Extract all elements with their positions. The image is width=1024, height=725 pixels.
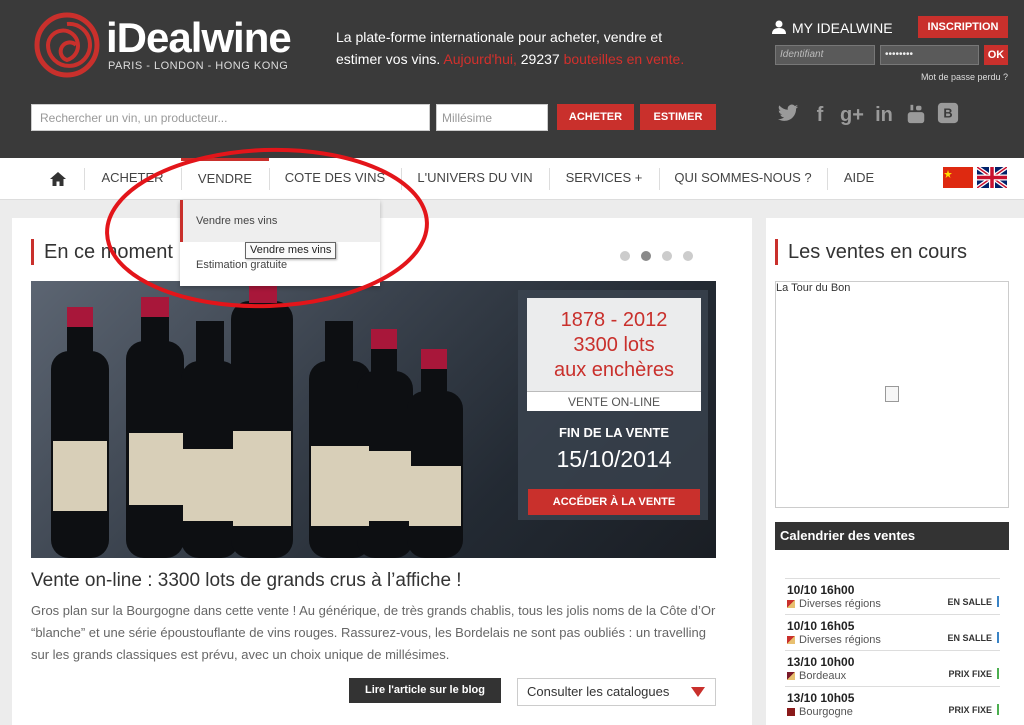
calendar-row[interactable]: 13/10 10h05 Bourgogne PRIX FIXE [785, 686, 1000, 722]
nav-item-services[interactable]: SERVICES + [549, 158, 659, 200]
sale-region-label: Diverses régions [799, 634, 881, 646]
sale-region: Diverses régions [787, 634, 881, 646]
menu-item-vendre-mes-vins[interactable]: Vendre mes vins [180, 200, 380, 242]
hero-headline: 1878 - 2012 3300 lots aux enchères [527, 298, 701, 391]
slider-dot[interactable] [620, 251, 630, 261]
tagline-end: bouteilles en vente. [563, 51, 685, 67]
hero-online-label: VENTE ON-LINE [527, 391, 701, 411]
logo-name: iDealwine [106, 14, 292, 61]
calendar-list: 10/10 16h00 Diverses régions EN SALLE 10… [775, 550, 1009, 725]
bottle-count: 29237 [520, 51, 560, 67]
social-links: f g+ in B [775, 102, 961, 128]
signup-button[interactable]: INSCRIPTION [918, 16, 1008, 38]
tooltip: Vendre mes vins [245, 242, 337, 259]
logo-spiral-icon [34, 12, 100, 78]
sale-type-bar [997, 596, 999, 607]
slider-dots [620, 251, 693, 261]
slider-dot[interactable] [683, 251, 693, 261]
catalog-dropdown-label: Consulter les catalogues [527, 684, 670, 699]
home-icon[interactable] [50, 172, 66, 186]
sale-region-label: Bourgogne [799, 706, 853, 718]
article-text: Gros plan sur la Bourgogne dans cette ve… [31, 603, 716, 662]
login-ok-button[interactable]: OK [984, 45, 1008, 65]
calendar-title: Calendrier des ventes [775, 522, 1009, 550]
slider-dot-active[interactable] [641, 251, 651, 261]
sale-type: EN SALLE [947, 597, 992, 607]
region-icon [787, 600, 795, 608]
password-lost-link[interactable]: Mot de passe perdu ? [912, 72, 1008, 82]
main-nav: ACHETER VENDRE COTE DES VINS L'UNIVERS D… [0, 158, 1024, 200]
sale-type: PRIX FIXE [948, 669, 992, 679]
linkedin-icon[interactable]: in [871, 102, 897, 128]
section-title-en-ce-moment: En ce moment [31, 239, 173, 265]
sale-region-label: Diverses régions [799, 598, 881, 610]
tagline-today: Aujourd'hui, [443, 51, 517, 67]
nav-item-univers-du-vin[interactable]: L'UNIVERS DU VIN [401, 158, 549, 200]
youtube-icon[interactable] [903, 102, 929, 128]
chevron-down-icon [691, 687, 705, 697]
region-icon [787, 636, 795, 644]
current-sale-caption: La Tour du Bon [776, 282, 851, 294]
nav-item-vendre[interactable]: VENDRE [181, 158, 269, 200]
nav-item-aide[interactable]: AIDE [827, 158, 891, 200]
svg-text:B: B [943, 106, 952, 121]
logo-cities: PARIS - LONDON - HONG KONG [108, 60, 289, 72]
sale-region-label: Bordeaux [799, 670, 847, 682]
broken-image-icon [885, 386, 899, 402]
sale-type-bar [997, 704, 999, 715]
logo[interactable]: iDealwine PARIS - LONDON - HONG KONG [34, 12, 294, 82]
nav-item-cote-des-vins[interactable]: COTE DES VINS [269, 158, 401, 200]
search-input[interactable]: Rechercher un vin, un producteur... [31, 104, 430, 131]
tagline: La plate-forme internationale pour achet… [336, 26, 706, 70]
nav-item-acheter[interactable]: ACHETER [84, 158, 181, 200]
twitter-icon[interactable] [775, 102, 801, 128]
calendar-row[interactable]: 10/10 16h00 Diverses régions EN SALLE [785, 578, 1000, 614]
flag-uk-icon[interactable] [977, 167, 1007, 188]
hero-end-date: 15/10/2014 [556, 446, 672, 472]
region-icon [787, 672, 795, 680]
article-title[interactable]: Vente on-line : 3300 lots de grands crus… [31, 570, 462, 592]
sale-type-bar [997, 632, 999, 643]
sale-date: 13/10 10h00 [787, 655, 855, 669]
user-icon [772, 20, 786, 34]
calendar-row[interactable]: 10/10 16h05 Diverses régions EN SALLE [785, 614, 1000, 650]
flag-china-icon[interactable] [943, 167, 973, 188]
vintage-input[interactable]: Millésime [436, 104, 548, 131]
header: iDealwine PARIS - LONDON - HONG KONG La … [0, 0, 1024, 158]
estimate-button[interactable]: ESTIMER [640, 104, 716, 130]
hero-end-label: FIN DE LA VENTE [558, 425, 670, 440]
sale-type: EN SALLE [947, 633, 992, 643]
hero-years: 1878 - 2012 [560, 309, 668, 331]
my-idealwine-link[interactable]: MY IDEALWINE [772, 20, 893, 36]
access-sale-button[interactable]: ACCÉDER À LA VENTE [528, 489, 700, 515]
sale-date: 10/10 16h05 [787, 619, 855, 633]
sale-region: Bourgogne [787, 706, 853, 718]
calendar-row[interactable]: 13/10 10h00 Bordeaux PRIX FIXE [785, 650, 1000, 686]
sale-region: Bordeaux [787, 670, 846, 682]
hero-auction: aux enchères [553, 359, 675, 381]
sale-date: 13/10 10h05 [787, 691, 855, 705]
sale-region: Diverses régions [787, 598, 881, 610]
read-blog-button[interactable]: Lire l'article sur le blog [349, 678, 501, 703]
password-field[interactable]: •••••••• [880, 45, 979, 65]
sale-date: 10/10 16h00 [787, 583, 855, 597]
section-title-ventes-en-cours: Les ventes en cours [775, 239, 967, 265]
buy-button[interactable]: ACHETER [557, 104, 634, 130]
nav-item-qui-sommes-nous[interactable]: QUI SOMMES-NOUS ? [659, 158, 827, 200]
login-field[interactable]: Identifiant [775, 45, 875, 65]
googleplus-icon[interactable]: g+ [839, 102, 865, 128]
hero-lots: 3300 lots [573, 334, 655, 356]
sale-type: PRIX FIXE [948, 705, 992, 715]
facebook-icon[interactable]: f [807, 102, 833, 128]
my-idealwine-label: MY IDEALWINE [792, 20, 893, 36]
region-icon [787, 708, 795, 716]
slider-dot[interactable] [662, 251, 672, 261]
blogger-icon[interactable]: B [935, 102, 961, 128]
sale-type-bar [997, 668, 999, 679]
catalog-dropdown[interactable]: Consulter les catalogues [517, 678, 716, 706]
